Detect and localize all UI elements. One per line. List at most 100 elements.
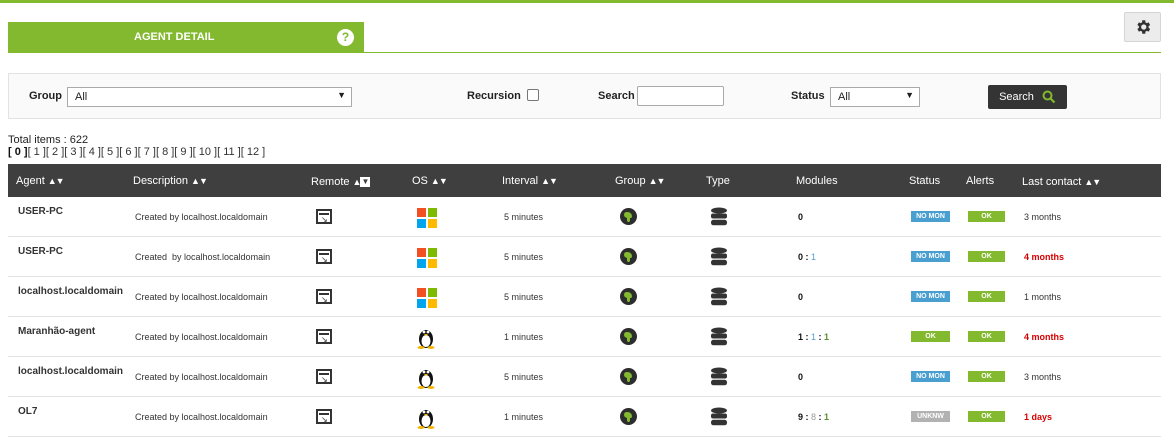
group-globe-icon[interactable] xyxy=(620,288,637,305)
table-header: Agent ▲▼ Description ▲▼ Remote ▲▼ OS ▲▼ Inte… xyxy=(8,164,1161,197)
header-modules: Modules xyxy=(796,175,838,187)
windows-icon xyxy=(417,288,437,308)
agent-name-link[interactable]: USER-PC xyxy=(18,246,63,257)
recursion-checkbox[interactable] xyxy=(527,89,539,101)
remote-config-icon[interactable]: ↘ xyxy=(316,329,332,344)
linux-icon xyxy=(417,370,435,389)
total-items: Total items : 622 xyxy=(8,134,89,146)
filter-bar: Group All ▼ Recursion Search Status All … xyxy=(8,73,1161,119)
header-os[interactable]: OS ▲▼ xyxy=(412,175,448,187)
remote-config-icon[interactable]: ↘ xyxy=(316,289,332,304)
group-label: Group xyxy=(29,90,62,102)
table-row: localhost.localdomain Created by localho… xyxy=(8,357,1161,397)
tab-underline xyxy=(8,52,1161,53)
page-current[interactable]: [ 0 ] xyxy=(8,146,28,158)
header-type: Type xyxy=(706,175,730,187)
status-badge: UNKNW xyxy=(911,411,950,422)
database-icon xyxy=(711,247,727,266)
agent-name-link[interactable]: OL7 xyxy=(18,406,37,417)
sort-icon[interactable]: ▲▼ xyxy=(48,176,65,186)
group-globe-icon[interactable] xyxy=(620,368,637,385)
search-button-label: Search xyxy=(999,91,1034,103)
search-icon xyxy=(1042,90,1056,104)
agent-name-link[interactable]: USER-PC xyxy=(18,206,63,217)
windows-icon xyxy=(417,208,437,228)
agent-description: Created by localhost.localdomain xyxy=(135,252,271,262)
last-contact: 4 months xyxy=(1024,252,1065,262)
remote-config-icon[interactable]: ↘ xyxy=(316,249,332,264)
help-icon[interactable]: ? xyxy=(337,29,354,46)
agent-description: Created by localhost.localdomain xyxy=(135,412,268,422)
group-globe-icon[interactable] xyxy=(620,208,637,225)
header-group[interactable]: Group ▲▼ xyxy=(615,175,666,187)
status-badge: OK xyxy=(911,331,950,342)
header-agent[interactable]: Agent ▲▼ xyxy=(16,175,65,187)
table-row: USER-PC Created by localhost.localdomain… xyxy=(8,237,1161,277)
tab-agent-detail[interactable]: AGENT DETAIL ? xyxy=(8,22,364,53)
recursion-label: Recursion xyxy=(467,90,521,102)
sort-icon[interactable]: ▲▼ xyxy=(1084,177,1101,187)
table-row: localhost.localdomain Created by localho… xyxy=(8,277,1161,317)
module-counts: 0 : 1 xyxy=(798,252,817,262)
database-icon xyxy=(711,287,727,306)
sort-icon[interactable]: ▲▼ xyxy=(191,176,208,186)
status-badge: NO MON xyxy=(911,211,950,222)
group-select[interactable]: All ▼ xyxy=(67,87,352,107)
agent-interval: 5 minutes xyxy=(504,252,544,262)
table-row: OL7 Created by localhost.localdomain ↘ 1… xyxy=(8,397,1161,437)
last-contact: 1 days xyxy=(1024,412,1053,422)
status-label: Status xyxy=(791,90,825,102)
agent-name-link[interactable]: localhost.localdomain xyxy=(18,366,123,377)
sort-icon[interactable]: ▲ xyxy=(353,177,362,187)
database-icon xyxy=(711,207,727,226)
search-button[interactable]: Search xyxy=(988,85,1067,109)
settings-button[interactable] xyxy=(1124,12,1161,42)
header-last-contact[interactable]: Last contact ▲▼ xyxy=(1022,176,1101,188)
last-contact: 1 months xyxy=(1024,292,1062,302)
agent-name-link[interactable]: Maranhão-agent xyxy=(18,326,95,337)
last-contact: 4 months xyxy=(1024,332,1065,342)
alert-badge: OK xyxy=(968,411,1005,422)
header-interval[interactable]: Interval ▲▼ xyxy=(502,175,558,187)
alert-badge: OK xyxy=(968,211,1005,222)
last-contact: 3 months xyxy=(1024,372,1062,382)
remote-config-icon[interactable]: ↘ xyxy=(316,369,332,384)
pagination: [ 0 ][ 1 ][ 2 ][ 3 ][ 4 ][ 5 ][ 6 ][ 7 ]… xyxy=(8,146,265,158)
status-badge: NO MON xyxy=(911,291,950,302)
alert-badge: OK xyxy=(968,291,1005,302)
sort-icon[interactable]: ▲▼ xyxy=(541,176,558,186)
header-status: Status xyxy=(909,175,941,187)
header-description[interactable]: Description ▲▼ xyxy=(133,175,208,187)
alert-badge: OK xyxy=(968,251,1005,262)
search-input[interactable] xyxy=(637,86,724,106)
remote-config-icon[interactable]: ↘ xyxy=(316,209,332,224)
page-links[interactable]: [ 1 ][ 2 ][ 3 ][ 4 ][ 5 ][ 6 ][ 7 ][ 8 ]… xyxy=(28,146,266,158)
status-badge: NO MON xyxy=(911,371,950,382)
table-row: USER-PC Created by localhost.localdomain… xyxy=(8,197,1161,237)
sort-icon[interactable]: ▲▼ xyxy=(649,176,666,186)
database-icon xyxy=(711,327,727,346)
linux-icon xyxy=(417,410,435,429)
last-contact: 3 months xyxy=(1024,212,1062,222)
module-counts: 9 : 8 : 1 xyxy=(798,412,830,422)
remote-config-icon[interactable]: ↘ xyxy=(316,409,332,424)
sort-icon[interactable]: ▲▼ xyxy=(431,176,448,186)
module-counts: 0 xyxy=(798,212,804,222)
status-badge: NO MON xyxy=(911,251,950,262)
alert-badge: OK xyxy=(968,331,1005,342)
windows-icon xyxy=(417,248,437,268)
module-counts: 0 xyxy=(798,292,804,302)
group-globe-icon[interactable] xyxy=(620,328,637,345)
agent-name-link[interactable]: localhost.localdomain xyxy=(18,286,123,297)
agent-interval: 5 minutes xyxy=(504,292,544,302)
agent-description: Created by localhost.localdomain xyxy=(135,372,268,382)
table-row: Maranhão-agent Created by localhost.loca… xyxy=(8,317,1161,357)
group-globe-icon[interactable] xyxy=(620,248,637,265)
group-globe-icon[interactable] xyxy=(620,408,637,425)
chevron-down-icon: ▼ xyxy=(905,90,914,100)
header-remote[interactable]: Remote ▲▼ xyxy=(311,176,371,188)
status-select[interactable]: All ▼ xyxy=(830,87,920,107)
module-counts: 1 : 1 : 1 xyxy=(798,332,830,342)
sort-active-icon[interactable]: ▼ xyxy=(360,177,371,188)
module-counts: 0 xyxy=(798,372,804,382)
